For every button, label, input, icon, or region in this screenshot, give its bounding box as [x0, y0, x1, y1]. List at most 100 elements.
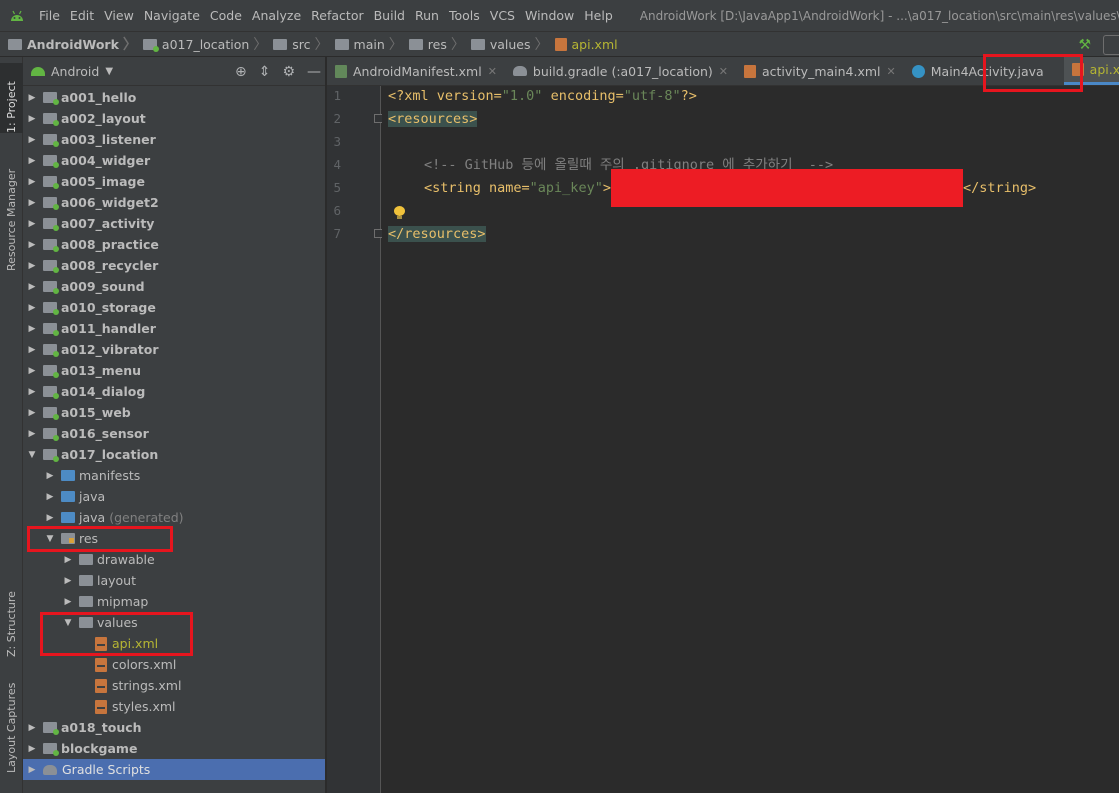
tree-item-a010-storage[interactable]: ▶ a010_storage — [23, 297, 325, 318]
tree-item-blockgame[interactable]: ▶ blockgame — [23, 738, 325, 759]
tab-activity-main4[interactable]: activity_main4.xml ✕ — [736, 57, 904, 85]
menu-tools[interactable]: Tools — [444, 8, 485, 23]
expand-arrow-right-icon[interactable]: ▶ — [25, 219, 39, 229]
expand-arrow-right-icon[interactable]: ▶ — [25, 429, 39, 439]
expand-arrow-right-icon[interactable]: ▶ — [25, 114, 39, 124]
tool-tab-project[interactable]: 1: Project — [0, 63, 23, 133]
xml-file-icon — [95, 678, 107, 693]
menu-view[interactable]: View — [99, 8, 139, 23]
menu-code[interactable]: Code — [205, 8, 247, 23]
breadcrumb-item[interactable]: a017_location 〉 — [142, 34, 273, 54]
menu-window[interactable]: Window — [520, 8, 579, 23]
expand-arrow-right-icon[interactable]: ▶ — [25, 198, 39, 208]
menu-analyze[interactable]: Analyze — [247, 8, 306, 23]
tree-item-a012-vibrator[interactable]: ▶ a012_vibrator — [23, 339, 325, 360]
expand-arrow-right-icon[interactable]: ▶ — [25, 366, 39, 376]
tree-item-strings-xml[interactable]: strings.xml — [23, 675, 325, 696]
menu-run[interactable]: Run — [410, 8, 444, 23]
expand-arrow-right-icon[interactable]: ▶ — [25, 261, 39, 271]
breadcrumb-item[interactable]: AndroidWork 〉 — [8, 34, 143, 54]
tool-tab-structure[interactable]: Z: Structure — [0, 577, 23, 657]
folder-icon — [273, 38, 288, 50]
menu-file[interactable]: File — [34, 8, 65, 23]
tree-item-mipmap[interactable]: ▶ mipmap — [23, 591, 325, 612]
menu-build[interactable]: Build — [369, 8, 410, 23]
tab-build-gradle[interactable]: build.gradle (:a017_location) ✕ — [505, 57, 736, 85]
expand-arrow-right-icon[interactable]: ▶ — [25, 345, 39, 355]
expand-arrow-down-icon[interactable]: ▼ — [25, 450, 39, 460]
expand-arrow-right-icon[interactable]: ▶ — [25, 744, 39, 754]
breadcrumb-item[interactable]: values 〉 — [470, 34, 555, 54]
tree-item-gradle-scripts[interactable]: ▶ Gradle Scripts — [23, 759, 325, 780]
expand-arrow-right-icon[interactable]: ▶ — [61, 576, 75, 586]
tree-item-a007-activity[interactable]: ▶ a007_activity — [23, 213, 325, 234]
tab-androidmanifest[interactable]: AndroidManifest.xml ✕ — [327, 57, 505, 85]
tree-item-colors-xml[interactable]: colors.xml — [23, 654, 325, 675]
tree-item-a009-sound[interactable]: ▶ a009_sound — [23, 276, 325, 297]
annotation-box-values — [40, 612, 193, 656]
expand-arrow-right-icon[interactable]: ▶ — [43, 513, 57, 523]
tree-item-a002-layout[interactable]: ▶ a002_layout — [23, 108, 325, 129]
tool-tab-layout-captures[interactable]: Layout Captures — [0, 673, 23, 773]
tree-item-a018-touch[interactable]: ▶ a018_touch — [23, 717, 325, 738]
tree-item-a006-widget2[interactable]: ▶ a006_widget2 — [23, 192, 325, 213]
close-icon[interactable]: ✕ — [719, 65, 728, 78]
breadcrumb-item[interactable]: src 〉 — [273, 34, 334, 54]
expand-arrow-right-icon[interactable]: ▶ — [61, 597, 75, 607]
expand-arrow-right-icon[interactable]: ▶ — [25, 135, 39, 145]
run-config-dropdown[interactable] — [1103, 35, 1119, 55]
tool-tab-resource-manager[interactable]: Resource Manager — [0, 153, 23, 271]
close-icon[interactable]: ✕ — [887, 65, 896, 78]
lightbulb-icon[interactable] — [394, 206, 405, 219]
tree-item-layout[interactable]: ▶ layout — [23, 570, 325, 591]
expand-arrow-right-icon[interactable]: ▶ — [43, 492, 57, 502]
expand-arrow-right-icon[interactable]: ▶ — [25, 177, 39, 187]
tree-item-a016-sensor[interactable]: ▶ a016_sensor — [23, 423, 325, 444]
close-icon[interactable]: ✕ — [488, 65, 497, 78]
code-editor[interactable]: <?xml version="1.0" encoding="utf-8"?> <… — [382, 86, 1119, 793]
tree-item-a015-web[interactable]: ▶ a015_web — [23, 402, 325, 423]
breadcrumb-item[interactable]: api.xml — [554, 37, 618, 52]
expand-arrow-right-icon[interactable]: ▶ — [25, 387, 39, 397]
caret-down-icon[interactable]: ▼ — [105, 66, 113, 77]
tree-item-a017-location[interactable]: ▼ a017_location — [23, 444, 325, 465]
expand-arrow-right-icon[interactable]: ▶ — [25, 765, 39, 775]
expand-arrow-right-icon[interactable]: ▶ — [25, 408, 39, 418]
tree-item-drawable[interactable]: ▶ drawable — [23, 549, 325, 570]
hammer-icon[interactable]: ⚒ — [1078, 37, 1091, 53]
tree-item-a011-handler[interactable]: ▶ a011_handler — [23, 318, 325, 339]
expand-arrow-right-icon[interactable]: ▶ — [61, 555, 75, 565]
tree-item-a008-practice[interactable]: ▶ a008_practice — [23, 234, 325, 255]
tree-item-a014-dialog[interactable]: ▶ a014_dialog — [23, 381, 325, 402]
menu-vcs[interactable]: VCS — [485, 8, 520, 23]
tree-item-a004-widger[interactable]: ▶ a004_widger — [23, 150, 325, 171]
expand-arrow-right-icon[interactable]: ▶ — [25, 303, 39, 313]
gear-icon[interactable]: ⚙ — [282, 64, 295, 80]
locate-target-icon[interactable]: ⊕ — [235, 64, 247, 80]
tree-item-java[interactable]: ▶ java (generated) — [23, 507, 325, 528]
menu-refactor[interactable]: Refactor — [306, 8, 368, 23]
tree-item-a005-image[interactable]: ▶ a005_image — [23, 171, 325, 192]
breadcrumb-item[interactable]: res 〉 — [408, 34, 471, 54]
project-view-selector[interactable]: Android — [51, 64, 99, 79]
tree-item-a001-hello[interactable]: ▶ a001_hello — [23, 87, 325, 108]
tree-item-a008-recycler[interactable]: ▶ a008_recycler — [23, 255, 325, 276]
breadcrumb-item[interactable]: main 〉 — [334, 34, 409, 54]
menu-help[interactable]: Help — [579, 8, 618, 23]
expand-arrow-right-icon[interactable]: ▶ — [25, 240, 39, 250]
tree-item-styles-xml[interactable]: styles.xml — [23, 696, 325, 717]
expand-arrow-right-icon[interactable]: ▶ — [43, 471, 57, 481]
expand-arrow-right-icon[interactable]: ▶ — [25, 723, 39, 733]
menu-edit[interactable]: Edit — [65, 8, 99, 23]
minimize-icon[interactable]: — — [307, 64, 321, 80]
collapse-all-icon[interactable]: ⇕ — [259, 64, 271, 80]
expand-arrow-right-icon[interactable]: ▶ — [25, 156, 39, 166]
menu-navigate[interactable]: Navigate — [139, 8, 205, 23]
tree-item-a013-menu[interactable]: ▶ a013_menu — [23, 360, 325, 381]
expand-arrow-right-icon[interactable]: ▶ — [25, 93, 39, 103]
expand-arrow-right-icon[interactable]: ▶ — [25, 282, 39, 292]
expand-arrow-right-icon[interactable]: ▶ — [25, 324, 39, 334]
tree-item-manifests[interactable]: ▶ manifests — [23, 465, 325, 486]
tree-item-a003-listener[interactable]: ▶ a003_listener — [23, 129, 325, 150]
tree-item-java[interactable]: ▶ java — [23, 486, 325, 507]
